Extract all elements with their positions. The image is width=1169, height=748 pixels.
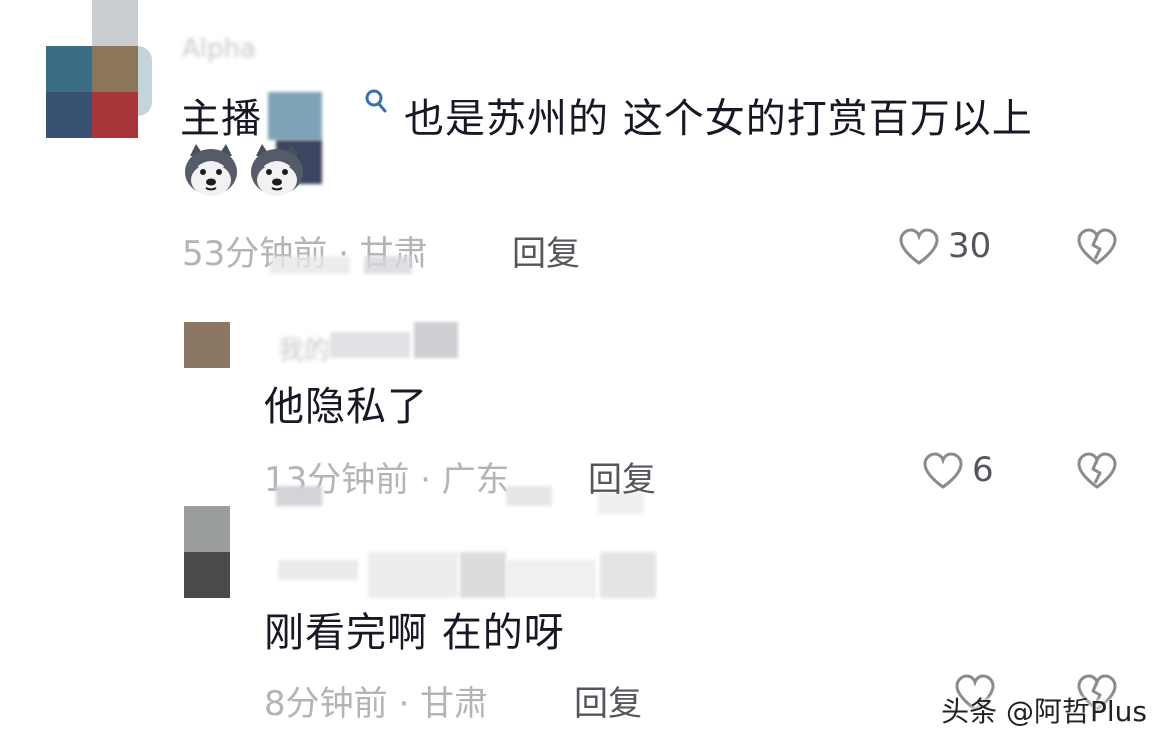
reply-button[interactable]: 回复: [588, 452, 656, 501]
like-count: 6: [972, 450, 994, 490]
comment-time-location: 8分钟前 · 甘肃: [264, 684, 489, 724]
watermark: 头条 @阿哲Plus: [941, 695, 1147, 728]
husky-dog-emoji: [185, 144, 237, 196]
avatar[interactable]: [46, 0, 156, 138]
broken-heart-icon[interactable]: [1076, 228, 1118, 266]
broken-heart-icon[interactable]: [1076, 452, 1118, 490]
like-count: 30: [948, 226, 992, 266]
heart-icon[interactable]: [922, 452, 964, 490]
username[interactable]: Alpha: [182, 34, 256, 64]
comment-text: 他隐私了: [264, 384, 428, 430]
search-icon[interactable]: [364, 88, 388, 114]
reply-button[interactable]: 回复: [512, 226, 580, 275]
comment-text: 也是苏州的 这个女的打赏百万以上: [404, 96, 1033, 142]
reply-button[interactable]: 回复: [574, 676, 642, 725]
username[interactable]: 我的: [278, 330, 330, 367]
comment-text-prefix: 主播: [180, 96, 262, 142]
comment-text: 刚看完啊 在的呀: [264, 610, 565, 656]
heart-icon[interactable]: [898, 228, 940, 266]
husky-dog-emoji: [251, 144, 303, 196]
avatar[interactable]: [184, 322, 230, 368]
blurred-mention: [268, 92, 322, 140]
avatar[interactable]: [184, 506, 230, 598]
